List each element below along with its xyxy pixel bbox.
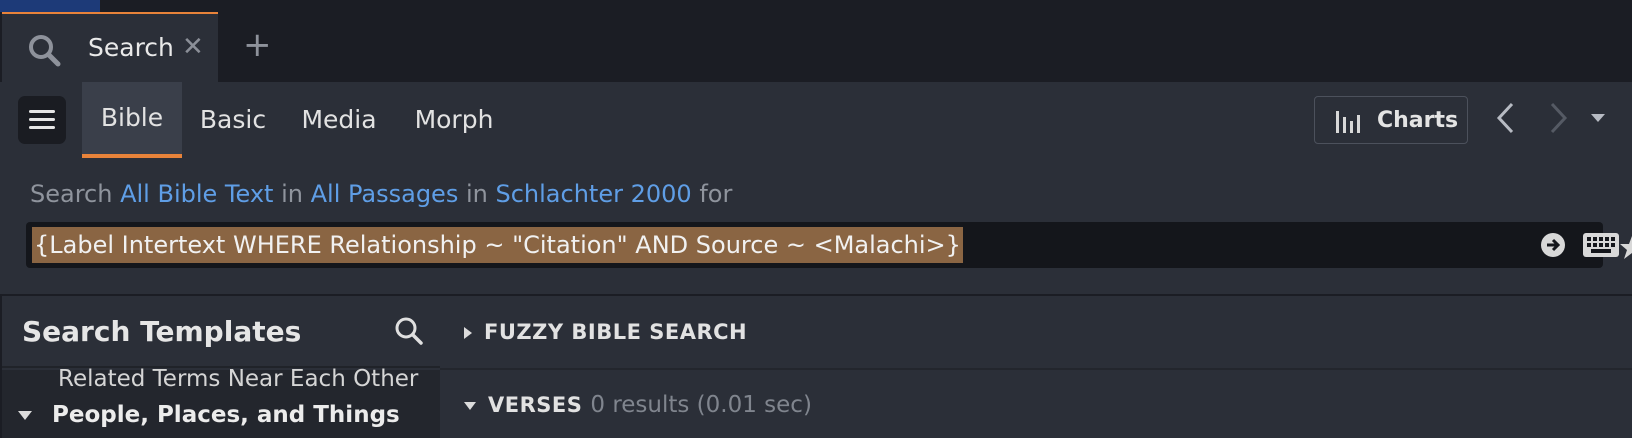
window-accent [0, 0, 100, 12]
in-label: in [281, 180, 303, 208]
verses-section[interactable]: VERSES 0 results (0.01 sec) [464, 392, 812, 418]
search-icon [29, 35, 61, 67]
fuzzy-label: FUZZY BIBLE SEARCH [484, 320, 748, 344]
search-toolbar: Bible Basic Media Morph Charts [0, 82, 1632, 158]
template-list: Related Terms Near Each Other People, Pl… [2, 366, 440, 438]
collapsed-arrow-icon [464, 327, 472, 339]
fuzzy-bible-search-section[interactable]: FUZZY BIBLE SEARCH [464, 320, 747, 344]
bar-chart-icon [1336, 111, 1360, 133]
search-prefix: Search [30, 180, 113, 208]
close-icon[interactable]: ✕ [182, 32, 204, 62]
sidebar-title: Search Templates [22, 315, 302, 348]
search-icon[interactable] [394, 316, 424, 346]
keyboard-icon[interactable] [1582, 231, 1620, 259]
new-tab-button[interactable]: + [243, 28, 272, 62]
tab-basic[interactable]: Basic [192, 82, 274, 158]
menu-button[interactable] [18, 96, 66, 144]
template-group-label: People, Places, and Things [52, 402, 400, 428]
search-query-text[interactable]: {Label Intertext WHERE Relationship ~ "C… [32, 227, 963, 263]
in-label-2: in [465, 180, 488, 208]
template-item[interactable]: Related Terms Near Each Other [58, 366, 418, 392]
forward-arrow-icon[interactable] [1546, 98, 1570, 138]
search-input[interactable]: {Label Intertext WHERE Relationship ~ "C… [26, 222, 1619, 268]
go-arrow-icon[interactable] [1540, 232, 1566, 258]
template-group[interactable]: People, Places, and Things [18, 402, 400, 428]
passage-range-link[interactable]: All Passages [311, 180, 459, 208]
tab-bar: Search ✕ + [0, 12, 1632, 82]
sidebar-header: Search Templates [2, 296, 440, 368]
search-scope-line: Search All Bible Text in All Passages in… [30, 180, 732, 208]
search-bar: Search All Bible Text in All Passages in… [0, 158, 1632, 294]
star-icon[interactable] [1620, 232, 1632, 262]
expand-triangle-icon [18, 411, 32, 420]
verses-label: VERSES [488, 393, 583, 417]
top-strip [0, 0, 1632, 12]
tab-search[interactable]: Search ✕ [2, 12, 218, 82]
back-arrow-icon[interactable] [1494, 98, 1518, 138]
expanded-arrow-icon [464, 402, 476, 410]
charts-label: Charts [1377, 108, 1459, 133]
tab-bible[interactable]: Bible [82, 82, 182, 158]
tab-morph[interactable]: Morph [406, 82, 502, 158]
section-divider [440, 368, 1632, 370]
search-scope-link[interactable]: All Bible Text [120, 180, 273, 208]
results-panel: FUZZY BIBLE SEARCH VERSES 0 results (0.01… [440, 296, 1632, 438]
tab-label: Search [88, 33, 174, 62]
chevron-down-icon[interactable] [1590, 112, 1606, 124]
tab-media[interactable]: Media [296, 82, 382, 158]
search-templates-panel: Search Templates Related Terms Near Each… [2, 296, 440, 438]
resource-link[interactable]: Schlachter 2000 [496, 180, 692, 208]
for-label: for [699, 180, 733, 208]
charts-button[interactable]: Charts [1314, 96, 1468, 144]
result-count: 0 results (0.01 sec) [590, 392, 812, 418]
